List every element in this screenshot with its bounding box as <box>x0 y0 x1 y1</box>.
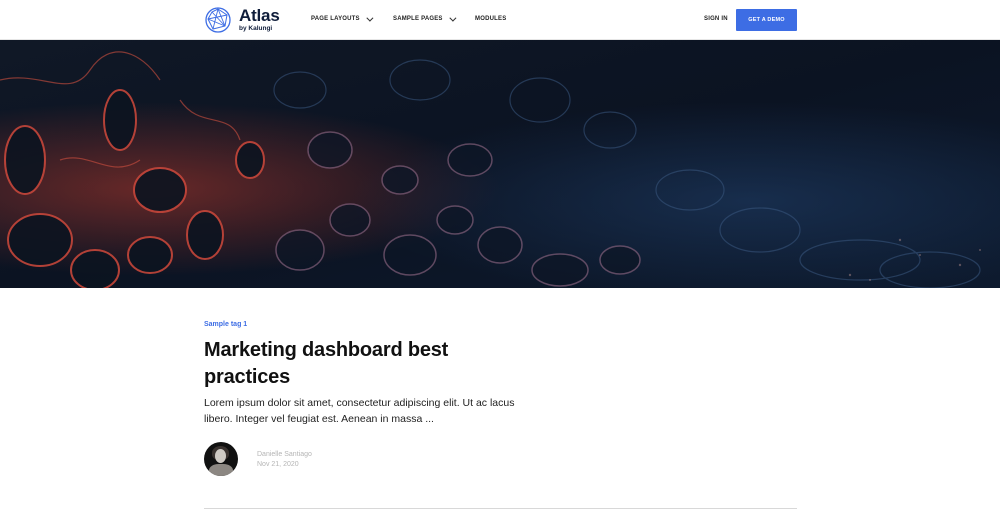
logo[interactable]: Atlas by Kalungi <box>204 6 280 34</box>
brand-subtitle: by Kalungi <box>239 25 273 33</box>
avatar <box>204 442 238 476</box>
sign-in-link[interactable]: SIGN IN <box>704 16 728 22</box>
article-title[interactable]: Marketing dashboard best practices <box>204 337 524 391</box>
nav-modules[interactable]: MODULES <box>475 16 506 22</box>
author-block: Danielle Santiago Nov 21, 2020 <box>204 442 312 476</box>
globe-network-icon <box>205 7 231 33</box>
chevron-down-icon <box>366 14 374 22</box>
nav-label: SAMPLE PAGES <box>393 16 443 22</box>
nav-label: MODULES <box>475 16 507 22</box>
divider <box>204 508 797 509</box>
get-demo-button[interactable]: GET A DEMO <box>736 9 797 31</box>
site-header: Atlas by Kalungi PAGE LAYOUTS SAMPLE PAG… <box>0 0 1000 40</box>
article-excerpt: Lorem ipsum dolor sit amet, consectetur … <box>204 397 515 425</box>
hero-image <box>0 40 1000 288</box>
nav-sample-pages[interactable]: SAMPLE PAGES <box>393 14 457 22</box>
nav-label: PAGE LAYOUTS <box>311 16 360 22</box>
chevron-down-icon <box>449 14 457 22</box>
nav-page-layouts[interactable]: PAGE LAYOUTS <box>311 14 374 22</box>
article-tag[interactable]: Sample tag 1 <box>204 321 247 328</box>
publish-date: Nov 21, 2020 <box>257 460 299 468</box>
author-name: Danielle Santiago <box>257 450 312 458</box>
brand-title: Atlas <box>239 6 280 26</box>
